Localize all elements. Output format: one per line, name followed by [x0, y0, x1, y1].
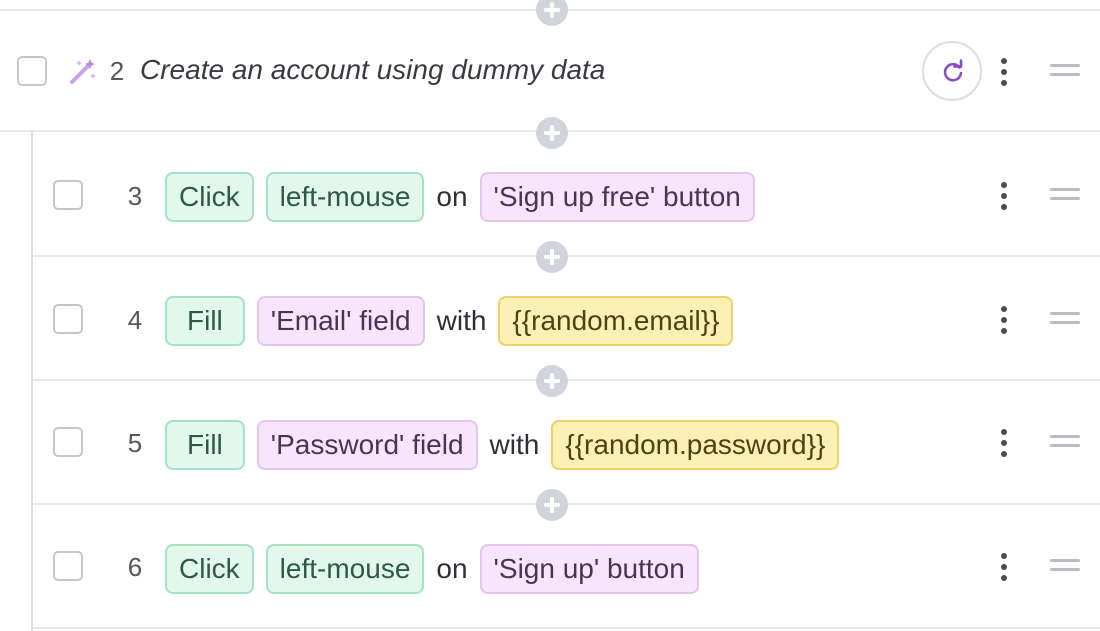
drag-handle-icon[interactable]	[1050, 188, 1080, 202]
param-chip[interactable]: left-mouse	[265, 172, 425, 222]
connector-text: on	[436, 181, 468, 212]
group-number: 2	[109, 56, 125, 86]
more-options-icon[interactable]	[992, 180, 1016, 212]
action-chip[interactable]: Fill	[165, 296, 245, 346]
step-number: 4	[127, 305, 143, 335]
drag-handle-icon[interactable]	[1050, 559, 1080, 573]
more-options-icon[interactable]	[992, 427, 1016, 459]
step-number: 5	[127, 428, 143, 458]
step-row[interactable]: 5 Fill 'Password' field with {{random.pa…	[0, 381, 1100, 503]
drag-handle-icon[interactable]	[1050, 64, 1080, 78]
group-checkbox[interactable]	[17, 56, 47, 86]
action-chip[interactable]: Fill	[165, 420, 245, 470]
step-row[interactable]: 3 Click left-mouse on 'Sign up free' but…	[0, 132, 1100, 254]
refresh-icon	[943, 59, 963, 82]
drag-handle-icon[interactable]	[1050, 312, 1080, 326]
divider	[33, 627, 1100, 629]
step-number: 6	[127, 552, 143, 582]
param-chip[interactable]: left-mouse	[265, 544, 425, 594]
step-number: 3	[127, 181, 143, 211]
connector-text: on	[436, 553, 468, 584]
drag-handle-icon[interactable]	[1050, 435, 1080, 449]
refresh-button[interactable]	[922, 41, 982, 101]
action-chip[interactable]: Click	[165, 172, 254, 222]
value-chip[interactable]: {{random.email}}	[498, 296, 734, 346]
target-chip[interactable]: 'Password' field	[256, 420, 478, 470]
more-options-icon[interactable]	[992, 551, 1016, 583]
magic-wand-icon	[70, 59, 96, 84]
value-chip[interactable]: {{random.password}}	[551, 420, 840, 470]
connector-text: with	[436, 305, 487, 336]
step-checkbox[interactable]	[53, 427, 83, 457]
step-row[interactable]: 6 Click left-mouse on 'Sign up' button	[0, 505, 1100, 627]
test-steps-list: 2 Create an account using dummy data 3 C…	[0, 0, 1100, 631]
step-checkbox[interactable]	[53, 551, 83, 581]
target-chip[interactable]: 'Sign up free' button	[479, 172, 755, 222]
target-chip[interactable]: 'Sign up' button	[479, 544, 699, 594]
target-chip[interactable]: 'Email' field	[256, 296, 425, 346]
connector-text: with	[489, 429, 540, 460]
group-title[interactable]: Create an account using dummy data	[140, 54, 605, 86]
action-chip[interactable]: Click	[165, 544, 254, 594]
step-checkbox[interactable]	[53, 180, 83, 210]
more-options-icon[interactable]	[992, 304, 1016, 336]
more-options-icon[interactable]	[992, 56, 1016, 88]
group-row[interactable]: 2 Create an account using dummy data	[0, 0, 1100, 130]
step-row[interactable]: 4 Fill 'Email' field with {{random.email…	[0, 257, 1100, 379]
step-checkbox[interactable]	[53, 304, 83, 334]
